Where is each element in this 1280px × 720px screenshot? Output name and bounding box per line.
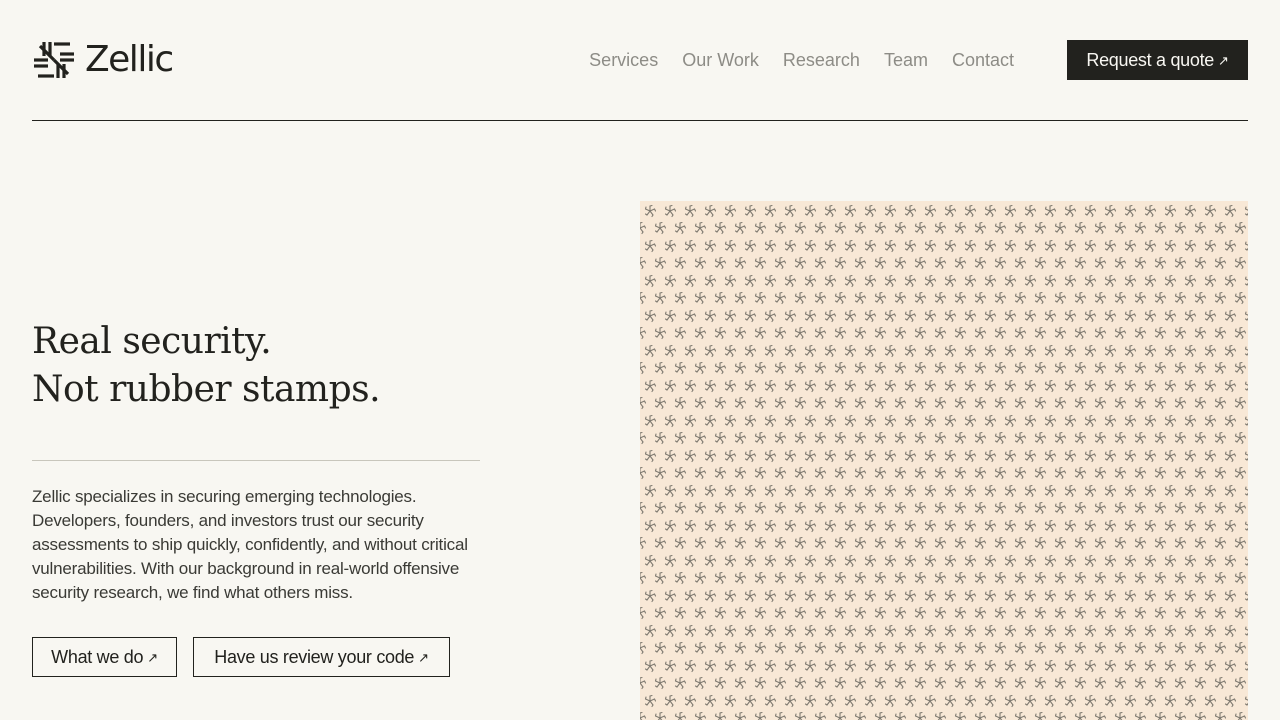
headline-line-2: Not rubber stamps.: [32, 369, 381, 410]
nav-item-our-work[interactable]: Our Work: [682, 48, 759, 72]
hero-description: Zellic specializes in securing emerging …: [32, 487, 468, 602]
page: Zellic Services Our Work Research Team C…: [0, 0, 1280, 720]
main-nav: Services Our Work Research Team Contact: [589, 48, 1014, 72]
nav-item-research[interactable]: Research: [783, 48, 860, 72]
hero-divider: [32, 460, 480, 461]
arrow-up-right-icon: ↗: [147, 650, 158, 665]
nav-item-services[interactable]: Services: [589, 48, 658, 72]
what-we-do-label: What we do: [51, 646, 144, 667]
pinwheel-pattern-panel: [640, 201, 1248, 720]
nav-item-team[interactable]: Team: [884, 48, 928, 72]
brand-name: Zellic: [85, 39, 174, 80]
what-we-do-button[interactable]: What we do ↗: [32, 637, 177, 677]
review-code-button[interactable]: Have us review your code ↗: [193, 637, 450, 677]
pinwheel-pattern-icon: [640, 201, 1248, 720]
nav-item-contact[interactable]: Contact: [952, 48, 1014, 72]
request-quote-label: Request a quote: [1086, 49, 1214, 70]
request-quote-button[interactable]: Request a quote ↗: [1067, 40, 1248, 80]
zellic-logo-icon: [32, 40, 77, 80]
site-header: Zellic Services Our Work Research Team C…: [32, 0, 1248, 121]
logo-link[interactable]: Zellic: [32, 39, 174, 80]
arrow-up-right-icon: ↗: [418, 650, 429, 665]
review-code-label: Have us review your code: [214, 646, 415, 667]
hero-headline: Real security. Not rubber stamps.: [32, 318, 381, 414]
arrow-up-right-icon: ↗: [1218, 53, 1229, 68]
headline-line-1: Real security.: [32, 321, 272, 362]
